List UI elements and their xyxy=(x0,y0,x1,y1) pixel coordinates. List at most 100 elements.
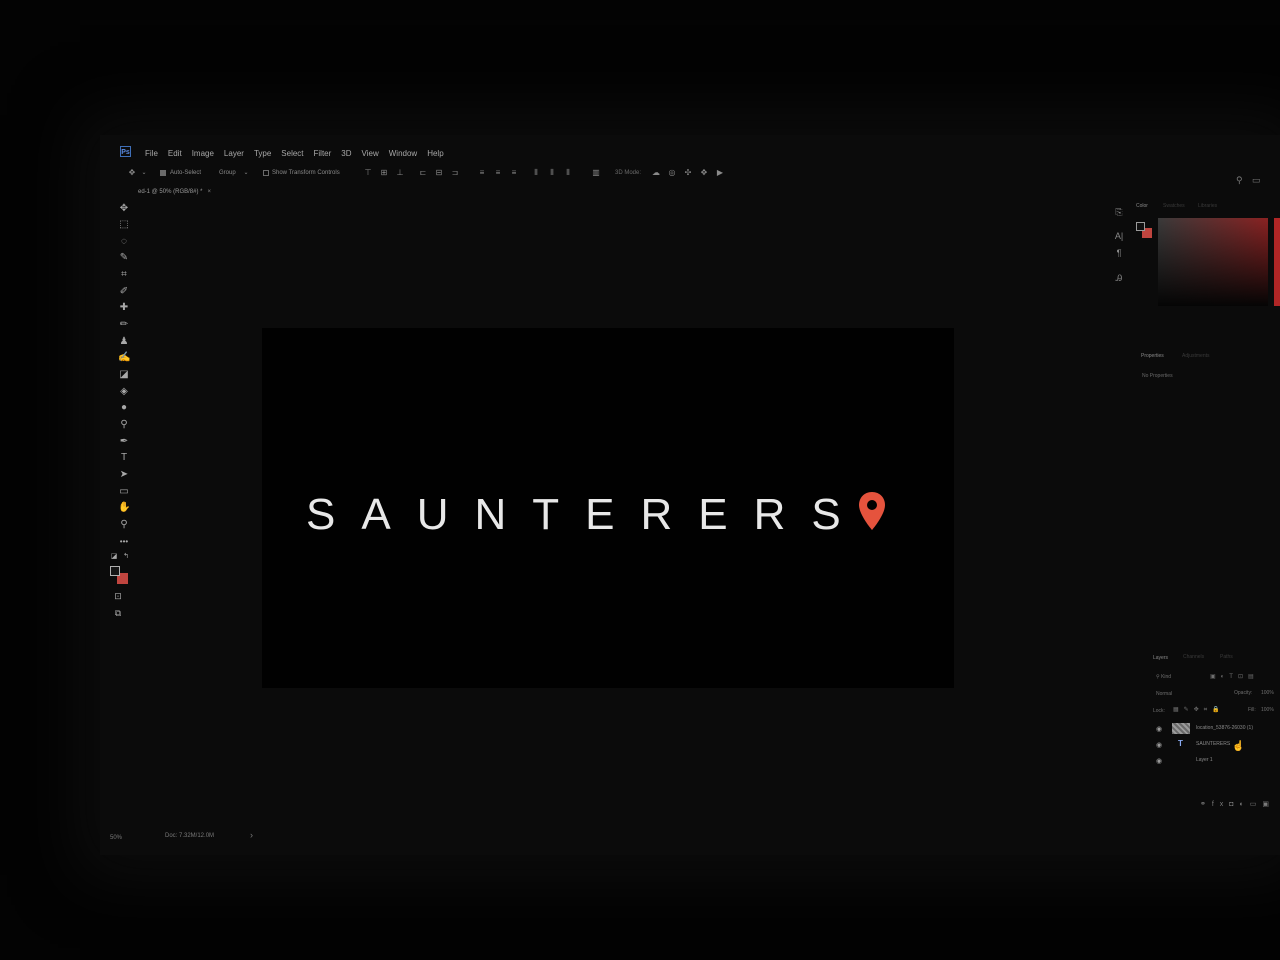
3d-orbit-icon[interactable]: ☁ xyxy=(652,169,660,177)
more-tools-icon[interactable]: ••• xyxy=(118,536,130,548)
blur-tool-icon[interactable]: ● xyxy=(118,402,130,414)
layer-name[interactable]: location_53876-26030 (1) xyxy=(1196,725,1253,731)
distribute-right-icon[interactable]: ⦀ xyxy=(564,169,572,177)
align-bottom-icon[interactable]: ⊥ xyxy=(396,169,404,177)
move-tool-icon[interactable]: ✥ xyxy=(118,203,130,215)
menu-help[interactable]: Help xyxy=(422,147,448,163)
fill-value[interactable]: 100% xyxy=(1261,707,1274,713)
align-vertical-center-icon[interactable]: ⊞ xyxy=(380,169,388,177)
crop-tool-icon[interactable]: ⌗ xyxy=(118,269,130,281)
color-picker-field[interactable] xyxy=(1158,218,1268,306)
distribute-bottom-icon[interactable]: ≡ xyxy=(510,169,518,177)
paint-bucket-tool-icon[interactable]: ◈ xyxy=(118,386,130,398)
magic-wand-tool-icon[interactable]: ✎ xyxy=(118,252,130,264)
zoom-tool-icon[interactable]: ⚲ xyxy=(118,519,130,531)
layer-name[interactable]: Layer 1 xyxy=(1196,757,1213,763)
layer-row[interactable]: ◉ location_53876-26030 (1) xyxy=(1150,722,1280,736)
layer-name[interactable]: SAUNTERERS xyxy=(1196,741,1230,747)
hand-tool-icon[interactable]: ✋ xyxy=(118,502,130,514)
auto-select-checkbox[interactable] xyxy=(160,170,166,176)
tab-channels[interactable]: Channels xyxy=(1183,654,1204,660)
paragraph-panel-icon[interactable]: ¶ xyxy=(1113,247,1125,259)
quick-mask-icon[interactable]: ⊡ xyxy=(112,590,124,602)
align-top-icon[interactable]: ⊤ xyxy=(364,169,372,177)
glyphs-panel-icon[interactable]: Ꭿ xyxy=(1113,272,1125,284)
show-transform-checkbox[interactable] xyxy=(263,170,269,176)
eyedropper-tool-icon[interactable]: ✐ xyxy=(118,286,130,298)
pen-tool-icon[interactable]: ✒ xyxy=(118,436,130,448)
tab-layers[interactable]: Layers xyxy=(1153,655,1168,661)
menu-filter[interactable]: Filter xyxy=(309,147,337,163)
document-canvas[interactable]: SAUNTERERS xyxy=(262,328,954,688)
default-colors-icon[interactable]: ◪ xyxy=(108,551,120,563)
eraser-tool-icon[interactable]: ◪ xyxy=(118,369,130,381)
distribute-center-icon[interactable]: ≡ xyxy=(494,169,502,177)
auto-align-icon[interactable]: ▥ xyxy=(592,169,600,177)
align-horizontal-center-icon[interactable]: ⊟ xyxy=(435,169,443,177)
menu-type[interactable]: Type xyxy=(249,147,276,163)
close-icon[interactable]: × xyxy=(207,189,211,195)
eye-icon[interactable]: ◉ xyxy=(1156,757,1162,765)
menu-view[interactable]: View xyxy=(357,147,384,163)
3d-pan-icon[interactable]: ✣ xyxy=(684,169,692,177)
hue-slider[interactable] xyxy=(1274,218,1280,306)
dodge-tool-icon[interactable]: ⚲ xyxy=(118,419,130,431)
tab-adjustments[interactable]: Adjustments xyxy=(1182,353,1210,359)
character-panel-icon[interactable]: A| xyxy=(1113,230,1125,242)
3d-scale-icon[interactable]: ▶ xyxy=(716,169,724,177)
tab-libraries[interactable]: Libraries xyxy=(1198,203,1217,209)
menu-layer[interactable]: Layer xyxy=(219,147,249,163)
tab-color[interactable]: Color xyxy=(1136,203,1148,209)
type-tool-icon[interactable]: T xyxy=(118,452,130,464)
canvas-logo: SAUNTERERS xyxy=(306,490,887,540)
layer-filter-select[interactable]: ⚲ Kind xyxy=(1156,674,1171,680)
workspace-icon[interactable]: ▭ xyxy=(1252,175,1261,186)
layer-row[interactable]: ◉ T SAUNTERERS xyxy=(1150,738,1280,752)
brush-tool-icon[interactable]: ✏ xyxy=(118,319,130,331)
path-selection-tool-icon[interactable]: ➤ xyxy=(118,469,130,481)
distribute-hcenter-icon[interactable]: ⦀ xyxy=(548,169,556,177)
chevron-down-icon[interactable]: ⌄ xyxy=(242,169,250,177)
eye-icon[interactable]: ◉ xyxy=(1156,741,1162,749)
lasso-tool-icon[interactable]: ◌ xyxy=(118,236,130,248)
menu-edit[interactable]: Edit xyxy=(163,147,187,163)
healing-brush-tool-icon[interactable]: ✚ xyxy=(118,302,130,314)
tab-paths[interactable]: Paths xyxy=(1220,654,1233,660)
align-right-icon[interactable]: ⊐ xyxy=(451,169,459,177)
blend-mode-select[interactable]: Normal xyxy=(1156,691,1172,697)
tab-properties[interactable]: Properties xyxy=(1141,353,1164,359)
layer-filter-icons[interactable]: ▣◐T⊡▤ xyxy=(1210,673,1259,680)
layers-panel-footer-icons[interactable]: ⚭fx◘◐▭▣ xyxy=(1200,800,1275,808)
tab-swatches[interactable]: Swatches xyxy=(1163,203,1185,209)
history-panel-icon[interactable]: ⎘ xyxy=(1113,206,1125,218)
screen-mode-icon[interactable]: ⧉ xyxy=(112,607,124,619)
layer-row[interactable]: ◉ Layer 1 xyxy=(1150,754,1280,768)
opacity-value[interactable]: 100% xyxy=(1261,690,1274,696)
document-tab[interactable]: ed-1 @ 50% (RGB/8#) * × xyxy=(138,186,211,198)
menu-select[interactable]: Select xyxy=(276,147,308,163)
eye-icon[interactable]: ◉ xyxy=(1156,725,1162,733)
3d-roll-icon[interactable]: ◎ xyxy=(668,169,676,177)
distribute-left-icon[interactable]: ⦀ xyxy=(532,169,540,177)
zoom-level[interactable]: 50% xyxy=(110,835,122,841)
chevron-down-icon[interactable]: ⌄ xyxy=(140,169,148,177)
status-menu-arrow[interactable]: › xyxy=(250,830,253,840)
menu-file[interactable]: File xyxy=(140,147,163,163)
swap-colors-icon[interactable]: ↰ xyxy=(120,551,132,563)
lock-icons[interactable]: ▦✎✥⌗🔒 xyxy=(1173,706,1225,714)
search-icon[interactable]: ⚲ xyxy=(1236,175,1243,186)
distribute-top-icon[interactable]: ≡ xyxy=(478,169,486,177)
color-panel-foreground-swatch[interactable] xyxy=(1136,222,1145,231)
align-left-icon[interactable]: ⊏ xyxy=(419,169,427,177)
clone-stamp-tool-icon[interactable]: ♟ xyxy=(118,336,130,348)
menu-image[interactable]: Image xyxy=(187,147,219,163)
auto-select-target-select[interactable]: Group xyxy=(219,170,236,176)
shape-tool-icon[interactable]: ▭ xyxy=(118,486,130,498)
move-tool-preset-icon[interactable]: ✥ xyxy=(128,169,136,177)
3d-slide-icon[interactable]: ✥ xyxy=(700,169,708,177)
menu-window[interactable]: Window xyxy=(384,147,422,163)
history-brush-tool-icon[interactable]: ✍ xyxy=(118,352,130,364)
menu-3d[interactable]: 3D xyxy=(336,147,356,163)
foreground-color-swatch[interactable] xyxy=(110,566,120,576)
marquee-tool-icon[interactable]: ⬚ xyxy=(118,219,130,231)
